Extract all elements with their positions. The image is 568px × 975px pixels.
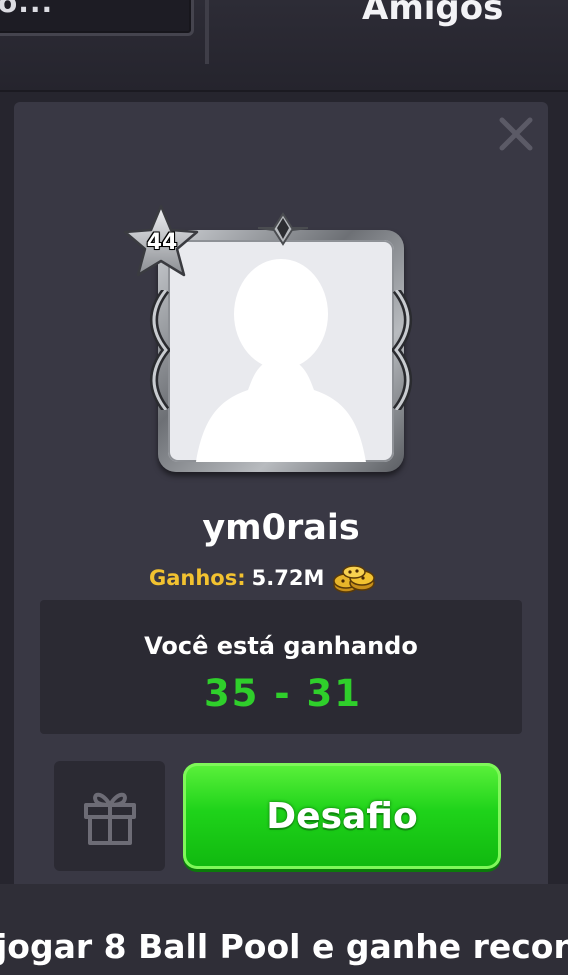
username: ym0rais <box>202 508 360 548</box>
tab-friends[interactable]: Amigos <box>362 0 503 28</box>
frame-ornament-right <box>392 290 412 410</box>
search-field-text: o... <box>0 0 54 19</box>
record-status: Você está ganhando <box>144 632 418 660</box>
winnings-label: Ganhos: <box>149 566 246 590</box>
winnings-row: Ganhos: 5.72M <box>149 563 378 593</box>
close-icon[interactable] <box>498 116 534 152</box>
frame-ornament-left <box>150 290 170 410</box>
default-avatar-icon <box>196 259 366 462</box>
top-bar: o... Amigos <box>0 0 568 92</box>
gift-button[interactable] <box>54 761 165 871</box>
level-number: 44 <box>146 230 178 255</box>
challenge-button-label: Desafio <box>266 795 418 837</box>
winnings-value: 5.72M <box>251 566 325 590</box>
coins-icon <box>333 565 376 593</box>
promo-banner-text: jogar 8 Ball Pool e ganhe recon <box>0 927 568 966</box>
avatar[interactable] <box>168 240 394 462</box>
frame-gem-icon <box>258 212 308 246</box>
tab-divider <box>205 0 209 64</box>
gift-icon <box>84 792 136 845</box>
challenge-button[interactable]: Desafio <box>183 763 501 869</box>
record-score: 35 - 31 <box>203 672 363 715</box>
